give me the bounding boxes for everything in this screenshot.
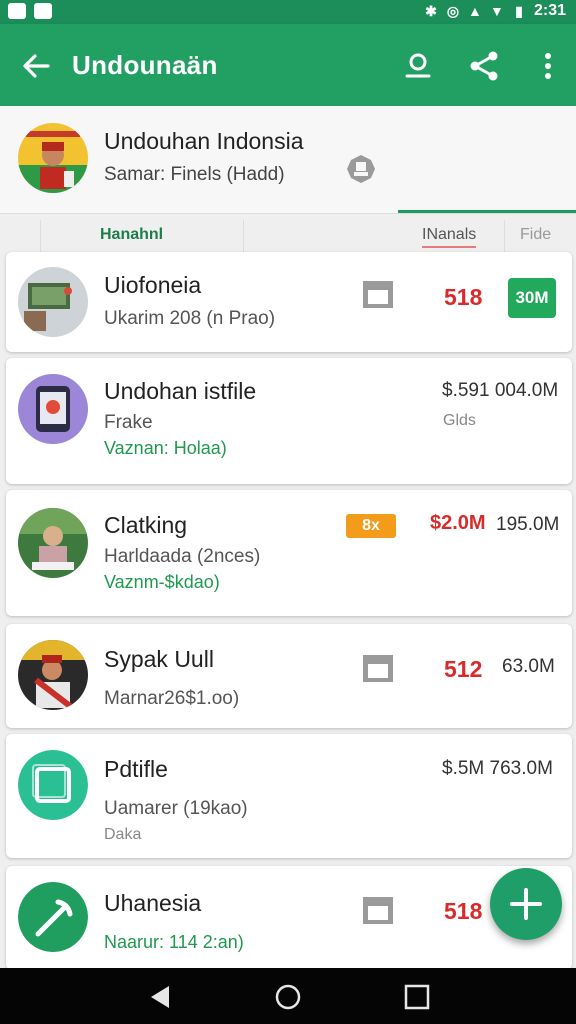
item-avatar — [18, 374, 88, 444]
item-title: Uhanesia — [104, 890, 202, 916]
list-item[interactable]: Sypak Uull Marnar26$1.oo) 512 63.0M — [6, 624, 572, 728]
item-subtitle: Ukarim 208 (n Prao) — [104, 308, 276, 329]
item-subtitle: Uamarer (19kao) — [104, 798, 248, 819]
item-subtitle: Marnar26$1.oo) — [104, 688, 240, 709]
item-avatar — [18, 508, 88, 578]
notification-icon — [8, 3, 26, 19]
tab-indicator — [398, 210, 576, 213]
item-subtitle: Frake — [104, 412, 153, 433]
notification-icon — [34, 3, 52, 19]
badge-icon[interactable] — [344, 152, 378, 186]
status-time: 2:31 — [533, 2, 566, 19]
divider — [504, 220, 505, 252]
wifi-icon: ▼ — [490, 3, 504, 19]
item-detail: Daka — [104, 826, 142, 843]
status-bar: ✱ ◎ ▲ ▼ ▮ 2:31 — [0, 0, 576, 24]
tab-hanahnl[interactable]: Hanahnl — [100, 226, 163, 244]
back-nav-icon[interactable] — [145, 982, 175, 1012]
profile-header: Undouhan Indonsia Samar: Finels (Hadd) — [0, 106, 576, 214]
item-subtitle: Harldaada (2nces) — [104, 546, 261, 567]
more-vert-icon[interactable] — [530, 48, 566, 84]
item-price: $.5M 763.0M — [442, 758, 553, 779]
tab-fide[interactable]: Fide — [520, 226, 551, 244]
battery-icon: ▮ — [515, 2, 523, 19]
item-detail: Vaznan: Holaa) — [104, 438, 227, 458]
profile-subtitle: Samar: Finels (Hadd) — [104, 164, 285, 185]
item-title: Uiofoneia — [104, 272, 202, 298]
app-title: Undounaän — [72, 50, 218, 80]
calendar-icon[interactable] — [362, 894, 394, 926]
item-title: Clatking — [104, 512, 188, 538]
item-price: 195.0M — [496, 514, 560, 535]
item-avatar — [18, 750, 88, 820]
item-price: 63.0M — [502, 656, 555, 677]
home-nav-icon[interactable] — [273, 982, 303, 1012]
app-bar: Undounaän — [0, 24, 576, 106]
item-price: $.591 004.0M — [442, 380, 559, 401]
item-price-red: 518 — [444, 284, 483, 310]
divider — [40, 220, 41, 252]
share-icon[interactable] — [466, 48, 502, 84]
navigation-bar — [0, 968, 576, 1024]
list-item[interactable]: Clatking Harldaada (2nces) Vaznm-$kdao) … — [6, 490, 572, 616]
item-badge[interactable]: 30M — [508, 278, 556, 318]
person-icon[interactable] — [400, 48, 436, 84]
item-title: Sypak Uull — [104, 646, 214, 672]
profile-name: Undouhan Indonsia — [104, 128, 304, 154]
add-icon[interactable] — [490, 868, 562, 940]
item-avatar — [18, 882, 88, 952]
item-price-red: 512 — [444, 656, 483, 682]
item-title: Undohan istfile — [104, 378, 257, 404]
back-arrow-icon[interactable] — [18, 48, 54, 84]
item-avatar — [18, 640, 88, 710]
item-price-red: 518 — [444, 898, 483, 924]
item-avatar — [18, 267, 88, 337]
recents-nav-icon[interactable] — [402, 982, 432, 1012]
list-item[interactable]: Uiofoneia Ukarim 208 (n Prao) 518 30M — [6, 252, 572, 352]
signal-icon: ▲ — [468, 3, 482, 19]
item-meta: Glds — [443, 412, 476, 429]
list-item[interactable]: Uhanesia Naarur: 114 2:an) 518 — [6, 866, 572, 970]
alarm-icon: ◎ — [446, 2, 460, 19]
divider — [243, 220, 244, 252]
profile-avatar — [18, 123, 88, 193]
item-subtitle: Naarur: 114 2:an) — [104, 932, 244, 952]
list-item[interactable]: Undohan istfile Frake Vaznan: Holaa) $.5… — [6, 358, 572, 484]
item-title: Pdtifle — [104, 756, 168, 782]
bluetooth-icon: ✱ — [425, 2, 437, 19]
tab-bar: Hanahnl INanals Fide — [0, 214, 576, 252]
list-item[interactable]: Pdtifle Uamarer (19kao) Daka $.5M 763.0M — [6, 734, 572, 858]
item-badge[interactable]: 8x — [346, 514, 396, 538]
calendar-icon[interactable] — [362, 278, 394, 310]
tab-inanals[interactable]: INanals — [422, 226, 477, 248]
item-price-red: $2.0M — [430, 512, 486, 534]
item-detail: Vaznm-$kdao) — [104, 572, 220, 592]
calendar-icon[interactable] — [362, 652, 394, 684]
